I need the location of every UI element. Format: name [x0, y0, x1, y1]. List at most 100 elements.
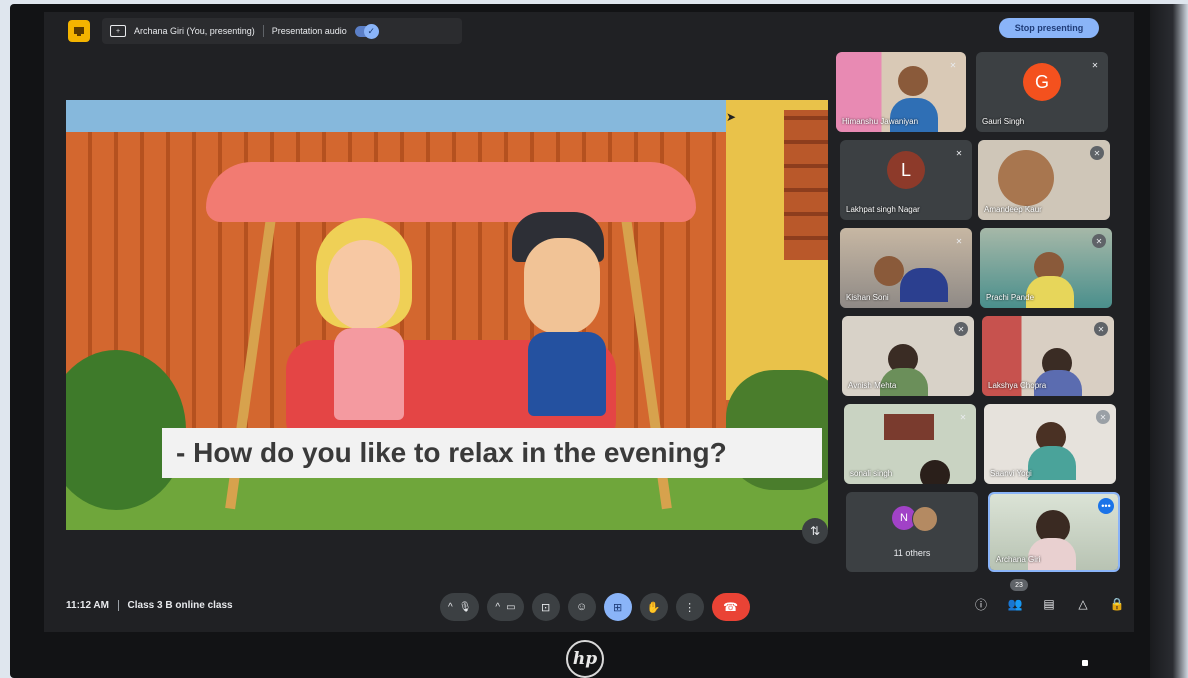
divider [262, 25, 264, 37]
chat-button[interactable]: ▤ [1040, 595, 1058, 613]
participant-tile[interactable]: ✕ Kishan Soni [840, 228, 972, 308]
participant-tile[interactable]: ✕ Lakshya Chopra [982, 316, 1114, 396]
hand-icon: ✋ [646, 601, 661, 614]
swap-layout-icon[interactable]: ⇅ [802, 518, 828, 544]
boy-face [524, 238, 600, 334]
others-avatar-photo [912, 506, 938, 532]
girl-body [334, 328, 404, 420]
boy-body [528, 332, 606, 416]
end-call-button[interactable]: ☎ [711, 593, 750, 621]
participant-name: Lakshya Chopra [988, 381, 1047, 390]
participant-tile[interactable]: ✕ sonali singh [844, 404, 976, 484]
chat-icon: ▤ [1043, 597, 1055, 611]
participant-tile[interactable]: ✕ Prachi Pande [980, 228, 1112, 308]
meeting-info-button[interactable]: ⓘ [972, 595, 990, 613]
mic-off-icon: ✕ [1094, 322, 1108, 336]
participant-name: Lakhpat singh Nagar [846, 205, 920, 214]
participant-tile[interactable]: L ✕ Lakhpat singh Nagar [840, 140, 972, 220]
self-tile[interactable]: ••• Archana Giri [988, 492, 1120, 572]
activities-button[interactable]: △ [1074, 595, 1092, 613]
captions-button[interactable]: ⊡ [531, 593, 560, 621]
mic-off-icon: ✕ [1096, 410, 1110, 424]
slide-caption: - How do you like to relax in the evenin… [162, 428, 822, 478]
mic-off-icon: ✕ [1090, 146, 1104, 160]
mic-off-icon: ✕ [955, 236, 963, 246]
presentation-audio-label: Presentation audio [271, 26, 347, 36]
emoji-icon: ☺ [575, 601, 588, 613]
girl-face [328, 240, 400, 330]
participant-avatar: G [1023, 63, 1061, 102]
participant-tile[interactable]: ✕ Amandeep Kaur [978, 140, 1110, 220]
raise-hand-button[interactable]: ✋ [639, 593, 668, 621]
participant-grid: ✕ Himanshu Jawaniyan G ✕ Gauri Singh L ✕… [836, 52, 1120, 580]
participant-name: Kishan Soni [846, 293, 889, 302]
participant-head [920, 460, 950, 484]
participant-name: Himanshu Jawaniyan [842, 117, 919, 126]
more-options-icon[interactable]: ••• [1098, 498, 1114, 514]
shared-presentation: - How do you like to relax in the evenin… [66, 100, 828, 530]
participant-tile[interactable]: ✕ Himanshu Jawaniyan [836, 52, 966, 132]
phone-hangup-icon: ☎ [723, 600, 739, 614]
others-label: 11 others [893, 548, 931, 558]
check-icon: ✓ [363, 23, 379, 39]
more-options-button[interactable]: ⋮ [675, 593, 704, 621]
participant-avatar: L [887, 151, 925, 190]
shapes-icon: △ [1078, 597, 1088, 611]
chevron-up-icon[interactable]: ^ [448, 602, 453, 613]
presentation-audio-toggle[interactable]: ✓ [354, 23, 379, 39]
microphone-control[interactable]: ^ 🎙 [440, 593, 480, 621]
people-icon: 👥 [1007, 597, 1023, 611]
people-count-badge: 23 [1010, 579, 1028, 591]
chevron-up-icon[interactable]: ^ [495, 602, 500, 613]
microphone-icon[interactable]: 🎙 [459, 602, 472, 613]
mic-off-icon: ✕ [1091, 60, 1099, 70]
mic-off-icon: ✕ [955, 148, 963, 158]
people-button[interactable]: 23 👥 [1006, 579, 1028, 613]
participant-tile[interactable]: ✕ Avnish Mehta [842, 316, 974, 396]
present-screen-icon: ⊞ [612, 601, 623, 614]
meet-screen: + Archana Giri (You, presenting) Present… [44, 12, 1134, 632]
participant-head [874, 256, 904, 286]
divider [117, 600, 119, 611]
participant-name: Avnish Mehta [848, 381, 897, 390]
present-screen-icon: + [110, 25, 126, 37]
hp-logo: hp [566, 640, 604, 678]
reactions-button[interactable]: ☺ [567, 593, 596, 621]
self-name: Archana Giri [996, 555, 1041, 564]
participant-name: sonali singh [850, 469, 893, 478]
participant-body [1026, 276, 1074, 308]
present-button[interactable]: ⊞ [603, 593, 632, 621]
presenter-label: Archana Giri (You, presenting) [134, 26, 255, 36]
stop-presenting-button[interactable]: Stop presenting [999, 18, 1099, 38]
participant-body [890, 98, 938, 132]
participant-body [900, 268, 948, 302]
info-icon: ⓘ [974, 597, 987, 612]
participant-tile[interactable]: ✕ Saanvi Yogi [984, 404, 1116, 484]
others-tile[interactable]: N 11 others [846, 492, 978, 572]
participant-name: Amandeep Kaur [984, 205, 1042, 214]
captions-icon: ⊡ [540, 601, 551, 614]
wall-picture [884, 414, 934, 440]
participant-body [1028, 446, 1076, 480]
more-vert-icon: ⋮ [684, 601, 696, 614]
meeting-tools: ⓘ 23 👥 ▤ △ 🔒 [972, 579, 1126, 613]
swing-canopy [206, 162, 696, 222]
presentation-bar: + Archana Giri (You, presenting) Present… [102, 18, 462, 44]
mouse-cursor-icon: ➤ [726, 110, 737, 124]
participant-tile[interactable]: G ✕ Gauri Singh [976, 52, 1108, 132]
host-controls-button[interactable]: 🔒 [1108, 595, 1126, 613]
camera-control[interactable]: ^ ▭ [487, 593, 524, 621]
mic-off-icon: ✕ [1092, 234, 1106, 248]
mic-off-icon: ✕ [954, 322, 968, 336]
mic-off-icon: ✕ [959, 412, 967, 422]
camera-icon[interactable]: ▭ [506, 602, 515, 613]
lock-person-icon: 🔒 [1109, 597, 1125, 611]
participant-name: Gauri Singh [982, 117, 1025, 126]
clock-time: 11:12 AM [66, 600, 109, 612]
monitor-edge [1150, 4, 1188, 678]
slide-sky [66, 100, 828, 132]
participant-name: Saanvi Yogi [990, 469, 1032, 478]
presenting-icon[interactable] [68, 20, 90, 42]
meeting-name: Class 3 B online class [127, 600, 233, 612]
participant-head [898, 66, 928, 96]
